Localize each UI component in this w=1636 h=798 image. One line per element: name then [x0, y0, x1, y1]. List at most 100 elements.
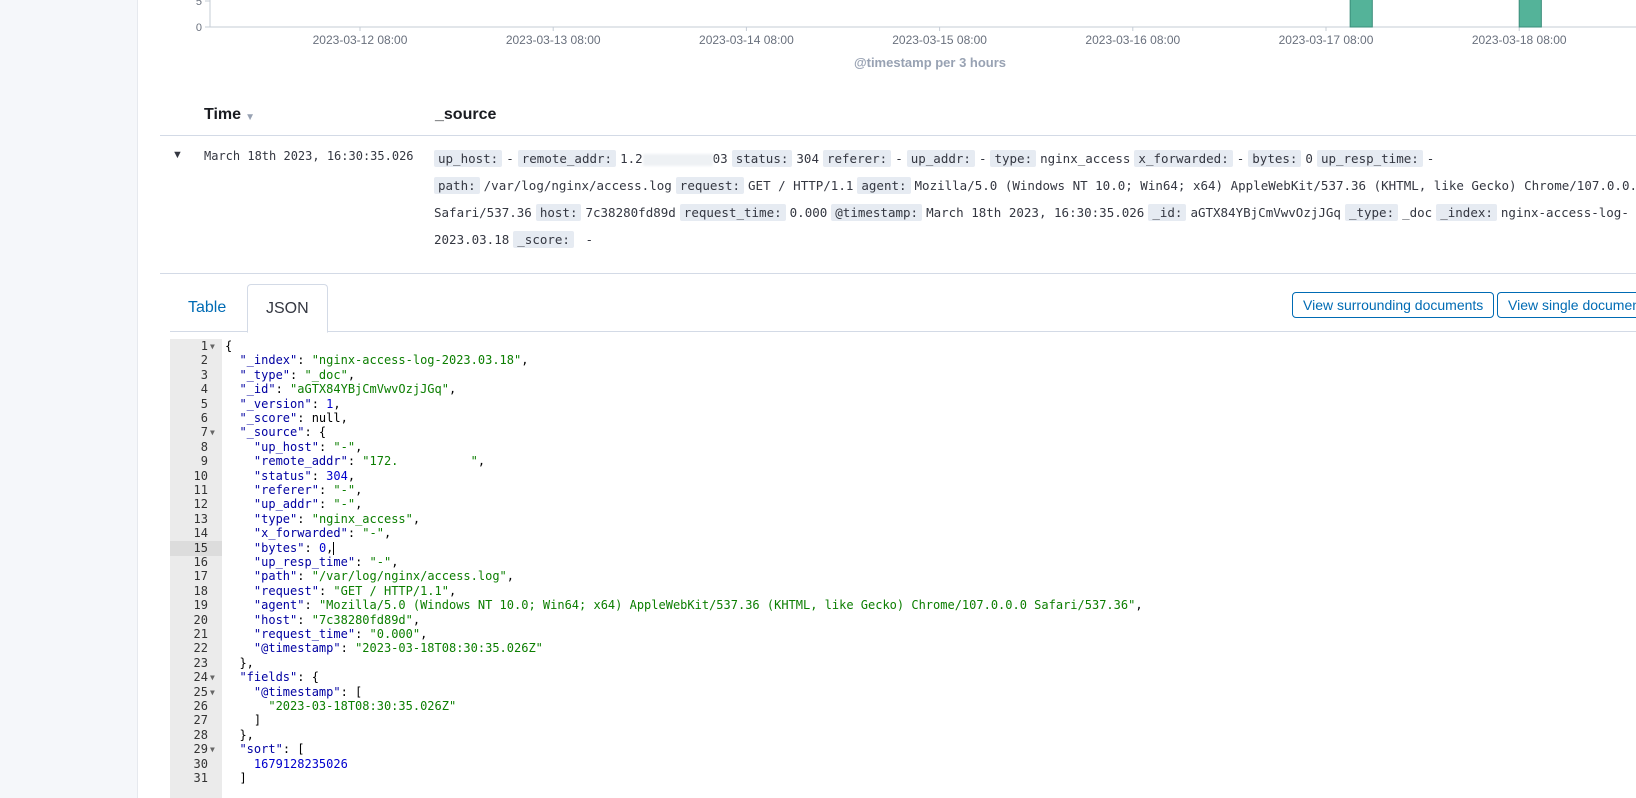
code-token: ,: [347, 367, 356, 382]
code-line: 3 "_type": "_doc",: [170, 368, 1636, 383]
code-token: ,: [420, 627, 428, 641]
source-field-key: _type:: [1344, 204, 1399, 221]
code-token: "path": [253, 569, 298, 584]
code-token: :: [304, 598, 319, 613]
fold-toggle-icon[interactable]: ▼: [210, 685, 215, 700]
code-text: "_index": "nginx-access-log-2023.03.18",: [225, 353, 528, 368]
source-field-value: 7c38280fd89d: [585, 205, 676, 220]
line-number: 18: [193, 583, 208, 598]
tab-table[interactable]: Table: [170, 284, 244, 332]
line-number: 10: [193, 468, 208, 483]
doc-detail-tabs: Table JSON View surrounding documents Vi…: [170, 284, 1636, 333]
source-field-value: 0.000: [789, 205, 828, 220]
code-token: "up_host": [253, 439, 319, 454]
view-surrounding-documents-button[interactable]: View surrounding documents: [1292, 292, 1495, 318]
code-token: "request": [253, 583, 319, 598]
source-field-value: 03: [712, 151, 728, 166]
x-tick-label: 2023-03-12 08:00: [313, 33, 408, 47]
code-line: 13 "type": "nginx_access",: [170, 512, 1636, 527]
code-line: 12 "up_addr": "-",: [170, 497, 1636, 512]
code-text: "up_addr": "-",: [225, 497, 362, 512]
code-token: ,: [521, 353, 529, 368]
code-token: "-": [333, 497, 356, 512]
left-sidebar: [0, 0, 138, 798]
histogram-chart: 5 0 2023-03-12 08:00 2023-03-13 08:00 2023-0…: [160, 0, 1636, 80]
code-line: 27 ]: [170, 713, 1636, 728]
code-token: ,: [383, 526, 392, 541]
json-code-editor[interactable]: 1 ▼{2 "_index": "nginx-access-log-2023.03…: [170, 339, 1636, 798]
code-token: :: [297, 511, 312, 526]
source-line: 2023.03.18 _score: -: [434, 226, 1636, 253]
x-tick-label: 2023-03-13 08:00: [506, 33, 601, 47]
code-token: "bytes": [253, 540, 305, 555]
source-field-key: x_forwarded:: [1134, 150, 1233, 167]
code-token: "@timestamp": [253, 641, 341, 656]
code-token: "_type": [239, 367, 291, 382]
view-single-document-button[interactable]: View single document: [1497, 292, 1636, 318]
source-field-value: Mozilla/5.0 (Windows NT 10.0; Win64; x64…: [914, 178, 1636, 193]
code-token: "2023-03-18T08:30:35.026Z": [355, 641, 543, 656]
x-tick-label: 2023-03-18 08:00: [1472, 33, 1567, 47]
code-line: 30 1679128235026: [170, 757, 1636, 772]
code-token: :: [311, 396, 327, 411]
code-token: "status": [253, 468, 312, 483]
code-token: "2023-03-18T08:30:35.026Z": [268, 699, 457, 713]
fold-toggle-icon[interactable]: ▼: [210, 742, 215, 757]
line-number: 19: [193, 598, 208, 613]
source-field-key: referer:: [822, 150, 892, 167]
source-field-key: _index:: [1436, 204, 1497, 221]
histogram-bar: [1518, 0, 1542, 28]
x-tick-label: 2023-03-16 08:00: [1085, 33, 1180, 47]
y-tick-label: 5: [196, 0, 202, 8]
code-line: 5 "_version": 1,: [170, 397, 1636, 412]
code-token: ,: [412, 511, 421, 526]
code-line: 4 "_id": "aGTX84YBjCmVwvOzjJGq",: [170, 382, 1636, 397]
code-line: 6 "_score": null,: [170, 411, 1636, 426]
code-text: "x_forwarded": "-",: [225, 526, 391, 541]
code-line: 28 },: [170, 728, 1636, 743]
code-token: "up_addr": [253, 497, 319, 512]
code-token: :: [290, 367, 305, 382]
fold-toggle-icon[interactable]: ▼: [210, 425, 215, 440]
source-field-value: -: [895, 151, 903, 166]
source-field-value: -: [1426, 151, 1435, 166]
code-line: 7 ▼ "_source": {: [170, 425, 1636, 440]
source-field-value: 304: [796, 151, 819, 166]
code-line: 1 ▼ {: [170, 339, 1636, 354]
code-text: "status": 304,: [225, 469, 355, 484]
tab-json[interactable]: JSON: [247, 284, 328, 333]
code-token: "fields": [239, 670, 298, 685]
code-token: "0.000": [369, 627, 421, 641]
column-header-time[interactable]: Time ▼: [204, 106, 255, 124]
code-token: "type": [253, 511, 298, 526]
code-text: "remote_addr": "172. ",: [225, 454, 485, 469]
line-number: 9: [200, 454, 208, 469]
code-line: 17 "path": "/var/log/nginx/access.log",: [170, 569, 1636, 584]
line-number: 13: [193, 511, 208, 526]
source-field-value: /var/log/nginx/access.log: [483, 178, 672, 193]
row-source: up_host: - remote_addr: 1.2 03 status: 304 refe…: [434, 145, 1636, 253]
fold-toggle-icon[interactable]: ▼: [210, 670, 215, 685]
code-token: "-": [333, 483, 356, 497]
code-token: ]: [225, 771, 247, 785]
fold-toggle-icon[interactable]: ▼: [210, 339, 215, 354]
line-number: 23: [193, 655, 208, 670]
source-field-key: path:: [434, 177, 480, 194]
collapse-row-icon[interactable]: ▼: [172, 149, 183, 161]
code-token: :: [311, 468, 327, 483]
line-number: 5: [200, 396, 208, 411]
code-token: "Mozilla/5.0 (Windows NT 10.0; Win64; x6…: [318, 598, 1136, 613]
code-text: "host": "7c38280fd89d",: [225, 613, 420, 628]
sort-down-icon[interactable]: ▼: [245, 112, 255, 123]
line-number: 20: [193, 612, 208, 627]
source-field-key: up_resp_time:: [1316, 150, 1423, 167]
